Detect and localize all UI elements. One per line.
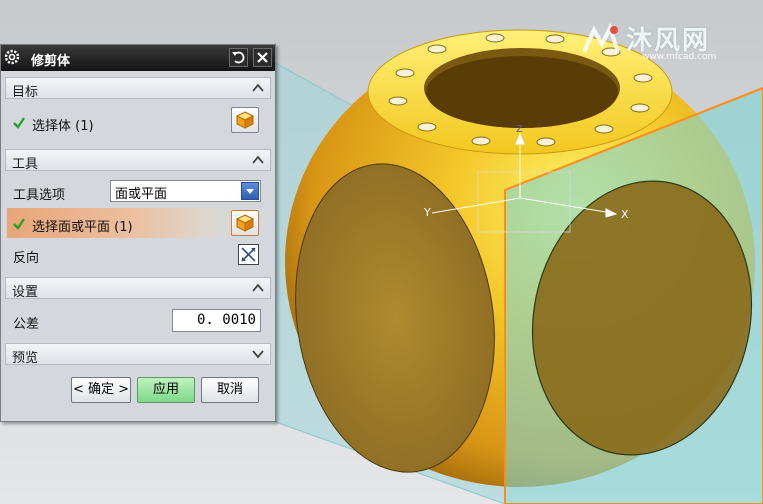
tool-option-value: 面或平面 (115, 187, 168, 202)
gear-icon[interactable] (3, 48, 21, 66)
collapse-chevron-icon[interactable] (250, 80, 266, 96)
axis-z-label: Z (516, 124, 523, 135)
section-preview-label: 预览 (12, 351, 39, 366)
close-icon (257, 52, 268, 63)
section-preview-header[interactable]: 预览 (5, 343, 271, 366)
cancel-button[interactable]: 取消 (201, 377, 259, 403)
axis-x-label: X (621, 208, 629, 221)
dialog-titlebar[interactable]: 修剪体 (1, 45, 275, 71)
tolerance-input[interactable]: 0. 0010 (172, 309, 261, 332)
select-face-label: 选择面或平面 (1) (32, 220, 133, 235)
select-body-button[interactable] (231, 107, 259, 133)
cube-select-icon (235, 111, 255, 129)
cube-select-icon (235, 214, 255, 232)
section-tool-label: 工具 (12, 157, 39, 172)
reverse-direction-button[interactable] (238, 244, 259, 265)
reset-icon (232, 51, 245, 64)
section-settings-label: 设置 (12, 285, 39, 300)
tool-option-select[interactable]: 面或平面 (110, 180, 261, 202)
reverse-label: 反向 (13, 251, 40, 266)
tolerance-label: 公差 (13, 317, 40, 332)
section-target-header[interactable]: 目标 (5, 77, 271, 100)
watermark: 沐风网 www.mfcad.com (578, 20, 758, 64)
trim-body-dialog: 修剪体 目标 选择体 (1) 工具 工具选项 面或平面 选择面或平面 (1) 反… (0, 44, 276, 422)
section-target-label: 目标 (12, 85, 39, 100)
apply-button[interactable]: 应用 (137, 377, 195, 403)
ok-button[interactable]: < 确定 > (71, 377, 131, 403)
watermark-url: www.mfcad.com (642, 52, 717, 62)
reset-button[interactable] (229, 48, 248, 67)
dialog-title: 修剪体 (31, 54, 71, 69)
collapse-chevron-icon[interactable] (250, 280, 266, 296)
check-icon (13, 117, 25, 129)
check-icon (13, 218, 25, 230)
close-button[interactable] (253, 48, 272, 67)
tool-option-label: 工具选项 (13, 188, 66, 203)
expand-chevron-icon[interactable] (250, 346, 266, 362)
reverse-direction-icon (241, 247, 256, 262)
dropdown-arrow-icon[interactable] (241, 182, 259, 200)
select-face-button[interactable] (231, 210, 259, 236)
collapse-chevron-icon[interactable] (250, 152, 266, 168)
axis-y-label: Y (423, 206, 431, 219)
select-body-label: 选择体 (1) (32, 119, 94, 134)
section-tool-header[interactable]: 工具 (5, 149, 271, 172)
watermark-logo-icon (582, 22, 620, 53)
section-settings-header[interactable]: 设置 (5, 277, 271, 300)
